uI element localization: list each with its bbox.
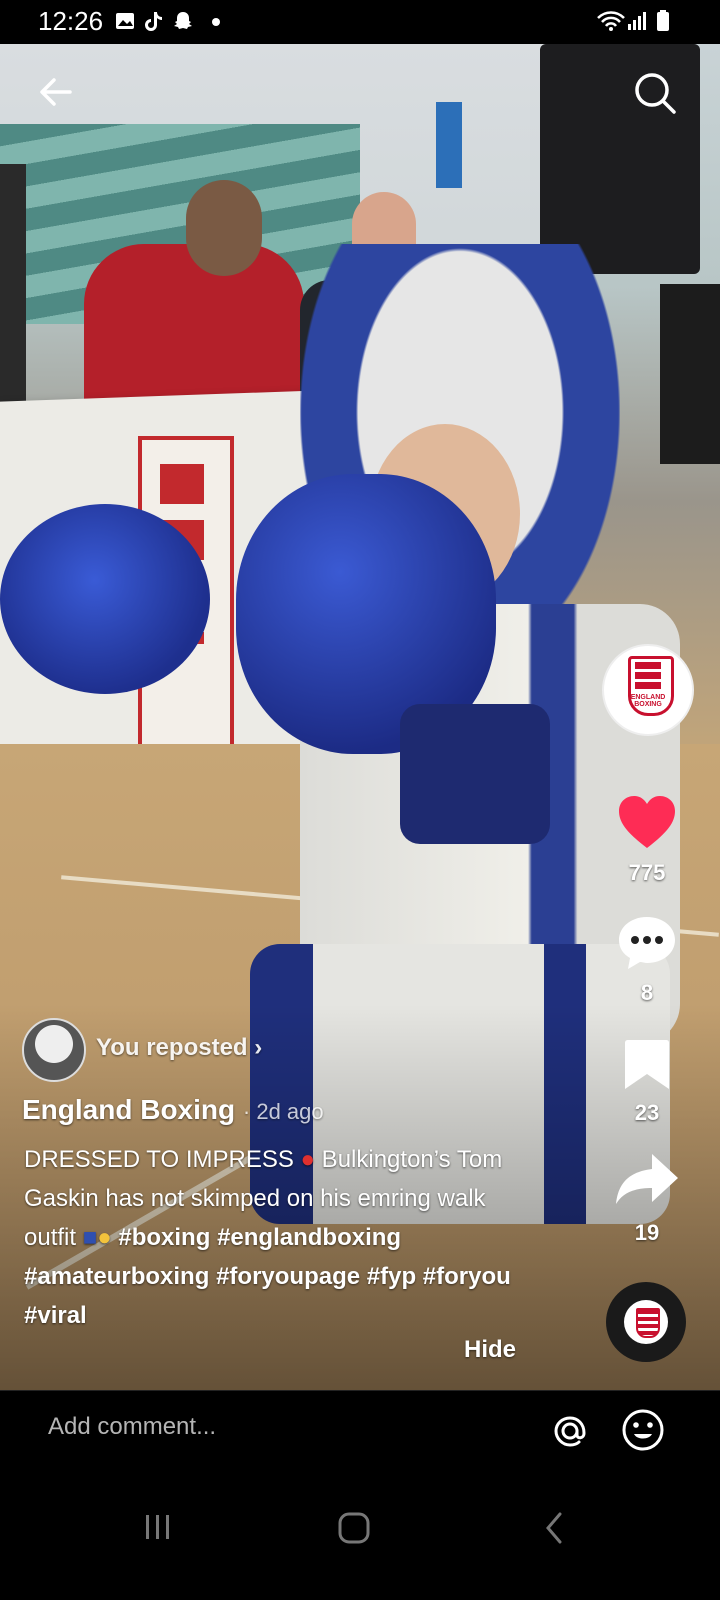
comment-count: 8 [640, 980, 654, 1005]
like-count: 775 [628, 860, 666, 885]
wall-sign [436, 102, 462, 188]
hashtag[interactable]: #foryoupage [216, 1263, 360, 1290]
share-icon[interactable] [612, 1150, 682, 1208]
caption: DRESSED TO IMPRESS ● Bulkington’s Tom Ga… [24, 1140, 524, 1335]
post-time: · 2d ago [242, 1099, 324, 1124]
caption-text-1: DRESSED TO IMPRESS [24, 1146, 301, 1173]
save-count: 23 [634, 1100, 660, 1125]
coat-emoji-icon: ■ [82, 1224, 98, 1251]
sound-disc[interactable] [606, 1282, 686, 1362]
comment-bar: Add comment... [0, 1390, 720, 1471]
status-bar: 12:26 [0, 0, 720, 44]
comment-input[interactable]: Add comment... [48, 1413, 216, 1441]
search-icon[interactable] [632, 70, 678, 116]
hashtag[interactable]: #amateurboxing [24, 1263, 209, 1290]
hashtag[interactable]: #fyp [367, 1263, 416, 1290]
author-name[interactable]: England Boxing [22, 1094, 235, 1125]
repost-text: You reposted [96, 1034, 248, 1061]
home-icon[interactable] [336, 1510, 372, 1546]
reposter-avatar[interactable] [22, 1018, 86, 1082]
back-nav-icon[interactable] [540, 1510, 570, 1546]
status-time: 12:26 [38, 6, 104, 36]
tiktok-icon [145, 12, 162, 31]
comment-icon[interactable] [616, 914, 678, 972]
hide-caption-button[interactable]: Hide [464, 1336, 516, 1364]
mention-icon[interactable] [548, 1409, 592, 1453]
system-nav-bar [0, 1470, 720, 1600]
share-count: 19 [634, 1220, 660, 1245]
back-arrow-icon[interactable] [36, 72, 76, 112]
bookmark-icon[interactable] [622, 1036, 672, 1092]
repost-label[interactable]: You reposted › [96, 1034, 262, 1062]
boxing-glove-left [0, 504, 210, 694]
wifi-icon [597, 11, 625, 31]
snapchat-icon [174, 12, 192, 29]
author-line: England Boxing · 2d ago [22, 1094, 324, 1126]
hashtag[interactable]: #englandboxing [217, 1224, 401, 1251]
bystander-left [0, 164, 26, 414]
hashtag[interactable]: #boxing [118, 1224, 210, 1251]
disc-crest [636, 1308, 660, 1338]
profile-logo-text: ENGLAND BOXING [630, 694, 666, 708]
crest-lions [635, 662, 661, 692]
chevron-right-icon: › [247, 1034, 263, 1061]
ok-hand-emoji-icon: ● [97, 1224, 112, 1251]
bystander [660, 284, 720, 464]
battery-icon [657, 10, 669, 31]
signal-icon [628, 12, 646, 30]
gallery-icon [116, 13, 134, 29]
hashtag[interactable]: #viral [24, 1302, 87, 1329]
recent-apps-icon[interactable] [140, 1512, 176, 1542]
emoji-icon[interactable] [620, 1407, 666, 1453]
boxing-glove-emoji-icon: ● [300, 1146, 316, 1173]
notification-dot [212, 18, 220, 26]
spectator-red-hoodie [84, 244, 304, 414]
spectator-head [186, 180, 262, 276]
profile-avatar[interactable]: ENGLAND BOXING [602, 644, 694, 736]
heart-icon[interactable] [616, 792, 678, 854]
hashtag[interactable]: #foryou [423, 1263, 511, 1290]
glove-cuff [400, 704, 550, 844]
sound-disc-logo [624, 1300, 668, 1344]
